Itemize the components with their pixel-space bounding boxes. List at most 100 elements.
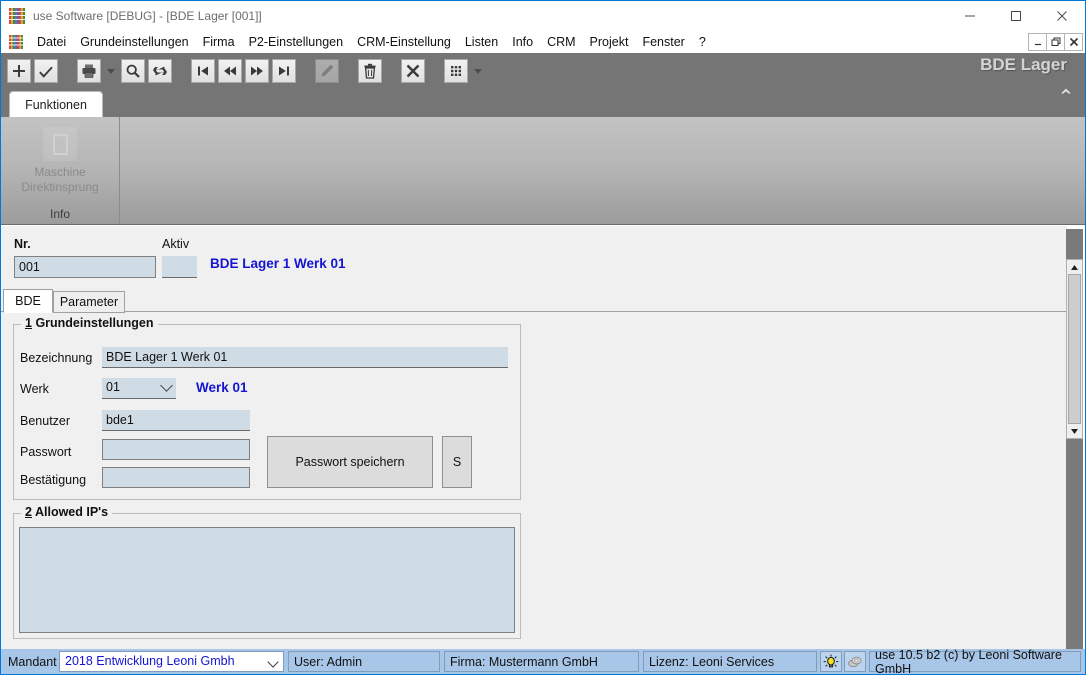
ribbon-button-maschine-direktinsprung[interactable]: Maschine Direktinsprung: [21, 165, 98, 195]
window-title: use Software [DEBUG] - [BDE Lager [001]]: [33, 9, 262, 23]
werk-select[interactable]: 01: [102, 378, 176, 399]
mdi-close-button[interactable]: [1064, 33, 1083, 51]
status-version: use 10.5 b2 (c) by Leoni Software GmbH: [869, 648, 1081, 674]
toolbar-separator-6: [428, 59, 444, 83]
toolbar-separator-1: [61, 59, 77, 83]
ribbon-body: Maschine Direktinsprung Info: [1, 117, 1085, 225]
aktiv-label: Aktiv: [162, 237, 190, 251]
groupbox2-number: 2: [25, 505, 32, 519]
toolbar-separator-3: [299, 59, 315, 83]
menu-item-grundeinstellungen[interactable]: Grundeinstellungen: [73, 33, 195, 51]
menu-bar: Datei Grundeinstellungen Firma P2-Einste…: [1, 31, 1085, 53]
menu-item-listen[interactable]: Listen: [458, 33, 505, 51]
status-bar: Mandant 2018 Entwicklung Leoni Gmbh User…: [1, 648, 1085, 674]
groupbox1-title: 1 Grundeinstellungen: [21, 316, 158, 330]
maximize-button[interactable]: [993, 1, 1039, 31]
app-icon: [9, 8, 25, 24]
groupbox2-title: 2 Allowed IP's: [21, 505, 113, 519]
toolbar-separator-2: [175, 59, 191, 83]
mdi-minimize-button[interactable]: [1028, 33, 1047, 51]
ribbon-button-label-line2: Direktinsprung: [21, 180, 99, 194]
print-dropdown-caret-down-icon[interactable]: [104, 59, 118, 83]
mdi-window-controls: [1028, 33, 1083, 51]
record-title: BDE Lager 1 Werk 01: [210, 256, 346, 271]
groupbox2-title-text: Allowed IP's: [34, 505, 109, 519]
title-bar: use Software [DEBUG] - [BDE Lager [001]]: [1, 1, 1085, 31]
nr-label: Nr.: [14, 237, 31, 251]
vertical-scrollbar[interactable]: [1066, 259, 1083, 439]
status-user: User: Admin: [288, 651, 440, 672]
new-record-button[interactable]: [7, 59, 31, 83]
ribbon-collapse-chevron-up-icon[interactable]: [1057, 83, 1075, 99]
window-controls: [947, 1, 1085, 31]
refresh-button[interactable]: [148, 59, 172, 83]
s-button[interactable]: S: [442, 436, 472, 488]
tab-bde[interactable]: BDE: [3, 289, 53, 313]
ribbon-tab-strip: Funktionen: [1, 89, 1085, 117]
menu-item-help[interactable]: ?: [692, 33, 713, 51]
menu-app-icon: [9, 34, 23, 49]
last-record-button[interactable]: [272, 59, 296, 83]
first-record-button[interactable]: [191, 59, 215, 83]
mdi-restore-button[interactable]: [1046, 33, 1065, 51]
groupbox-allowed-ips: 2 Allowed IP's: [13, 505, 521, 639]
chevron-down-icon: [267, 656, 279, 668]
menu-item-crm[interactable]: CRM: [540, 33, 582, 51]
menu-item-fenster[interactable]: Fenster: [635, 33, 691, 51]
scrollbar-thumb[interactable]: [1068, 274, 1081, 424]
benutzer-input[interactable]: [102, 410, 250, 431]
coins-icon[interactable]: [844, 651, 866, 672]
content-area: Nr. Aktiv BDE Lager 1 Werk 01 BDE Parame…: [1, 226, 1067, 649]
menu-item-crm-einstellung[interactable]: CRM-Einstellung: [350, 33, 458, 51]
scroll-up-arrow-icon[interactable]: [1067, 260, 1082, 274]
menu-item-info[interactable]: Info: [505, 33, 540, 51]
chevron-down-icon: [160, 379, 173, 392]
grid-dropdown-caret-down-icon[interactable]: [471, 59, 485, 83]
aktiv-checkbox-field[interactable]: [162, 256, 197, 278]
rectangle-outline-icon: [43, 127, 77, 161]
bestaetigung-input[interactable]: [102, 467, 250, 488]
status-firma: Firma: Mustermann GmbH: [444, 651, 639, 672]
record-tab-strip: BDE Parameter: [1, 289, 1067, 313]
search-button[interactable]: [121, 59, 145, 83]
tab-parameter[interactable]: Parameter: [53, 291, 125, 313]
werk-text: Werk 01: [196, 380, 248, 395]
menu-item-datei[interactable]: Datei: [30, 33, 73, 51]
lightbulb-icon[interactable]: [820, 651, 842, 672]
delete-button[interactable]: [358, 59, 382, 83]
benutzer-label: Benutzer: [20, 414, 71, 428]
close-button[interactable]: [1039, 1, 1085, 31]
ribbon-group-info: Maschine Direktinsprung Info: [1, 117, 120, 224]
groupbox1-title-text: Grundeinstellungen: [35, 316, 154, 330]
status-lizenz: Lizenz: Leoni Services: [643, 651, 817, 672]
previous-record-button[interactable]: [218, 59, 242, 83]
save-password-button[interactable]: Passwort speichern: [267, 436, 433, 488]
bezeichnung-input[interactable]: [102, 347, 508, 368]
werk-select-value: 01: [106, 380, 120, 394]
bezeichnung-label: Bezeichnung: [20, 351, 93, 365]
grid-view-button[interactable]: [444, 59, 468, 83]
menu-item-p2-einstellungen[interactable]: P2-Einstellungen: [242, 33, 351, 51]
passwort-input[interactable]: [102, 439, 250, 460]
mandant-select-value: 2018 Entwicklung Leoni Gmbh: [65, 654, 235, 668]
mandant-label: Mandant: [8, 654, 57, 669]
minimize-button[interactable]: [947, 1, 993, 31]
groupbox1-number: 1: [25, 316, 32, 330]
mandant-select[interactable]: 2018 Entwicklung Leoni Gmbh: [59, 651, 284, 672]
allowed-ips-textarea[interactable]: [19, 527, 515, 633]
scroll-down-arrow-icon[interactable]: [1067, 424, 1082, 438]
next-record-button[interactable]: [245, 59, 269, 83]
print-button[interactable]: [77, 59, 101, 83]
toolbar-separator-4: [342, 59, 358, 83]
menu-item-firma[interactable]: Firma: [196, 33, 242, 51]
cancel-button[interactable]: [401, 59, 425, 83]
edit-button[interactable]: [315, 59, 339, 83]
werk-label: Werk: [20, 382, 49, 396]
tab-funktionen[interactable]: Funktionen: [9, 91, 103, 117]
nr-input[interactable]: [14, 256, 156, 278]
toolbar-separator-5: [385, 59, 401, 83]
menu-item-projekt[interactable]: Projekt: [583, 33, 636, 51]
record-header: Nr. Aktiv BDE Lager 1 Werk 01: [1, 226, 1067, 288]
confirm-button[interactable]: [34, 59, 58, 83]
application-window: use Software [DEBUG] - [BDE Lager [001]]…: [0, 0, 1086, 675]
